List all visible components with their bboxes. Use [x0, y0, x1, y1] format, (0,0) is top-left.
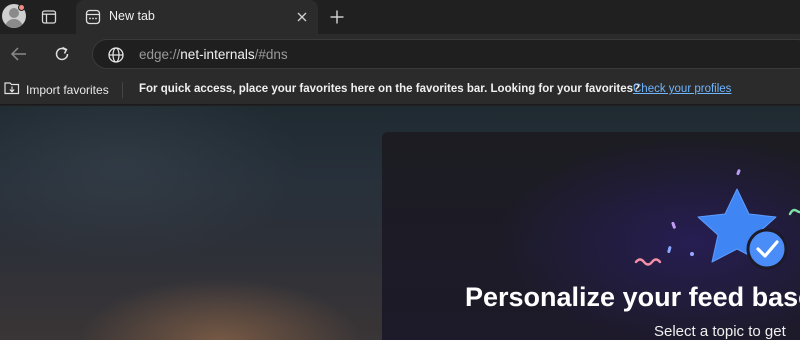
tab-actions-icon[interactable]: [36, 6, 62, 28]
feed-card-subtitle: Select a topic to get: [654, 323, 786, 340]
tab-title: New tab: [109, 9, 155, 23]
import-favorites-icon: [3, 80, 21, 101]
check-profiles-link[interactable]: Check your profiles: [633, 83, 731, 95]
profile-body: [5, 19, 23, 28]
url-host: net-internals: [180, 47, 255, 62]
navigation-toolbar: edge://net-internals/#dns: [0, 34, 800, 74]
favorites-divider: [122, 82, 123, 98]
address-bar[interactable]: edge://net-internals/#dns: [92, 39, 800, 69]
close-icon[interactable]: [294, 9, 310, 25]
profile-notification-dot: [18, 4, 25, 11]
address-url: edge://net-internals/#dns: [139, 47, 288, 62]
url-suffix: /#dns: [254, 47, 288, 62]
new-tab-page: Personalize your feed base Select a topi…: [0, 106, 800, 340]
plus-icon[interactable]: [326, 6, 348, 28]
url-prefix: edge://: [139, 47, 181, 62]
feed-card-title: Personalize your feed base: [465, 282, 800, 312]
refresh-icon[interactable]: [50, 42, 74, 66]
tab-strip: New tab: [0, 0, 800, 34]
globe-icon[interactable]: [107, 46, 125, 64]
import-favorites-label: Import favorites: [26, 83, 109, 97]
profile-head: [9, 8, 19, 18]
newtab-favicon-icon: [85, 9, 101, 25]
star-badge-icon: [634, 169, 800, 270]
personalize-feed-card: Personalize your feed base Select a topi…: [382, 132, 800, 340]
favorites-bar: Import favorites For quick access, place…: [0, 74, 800, 105]
back-arrow-icon[interactable]: [7, 42, 31, 66]
favorites-message: For quick access, place your favorites h…: [139, 83, 641, 95]
import-favorites-button[interactable]: Import favorites: [3, 81, 109, 99]
tab-new-tab[interactable]: New tab: [76, 0, 318, 34]
